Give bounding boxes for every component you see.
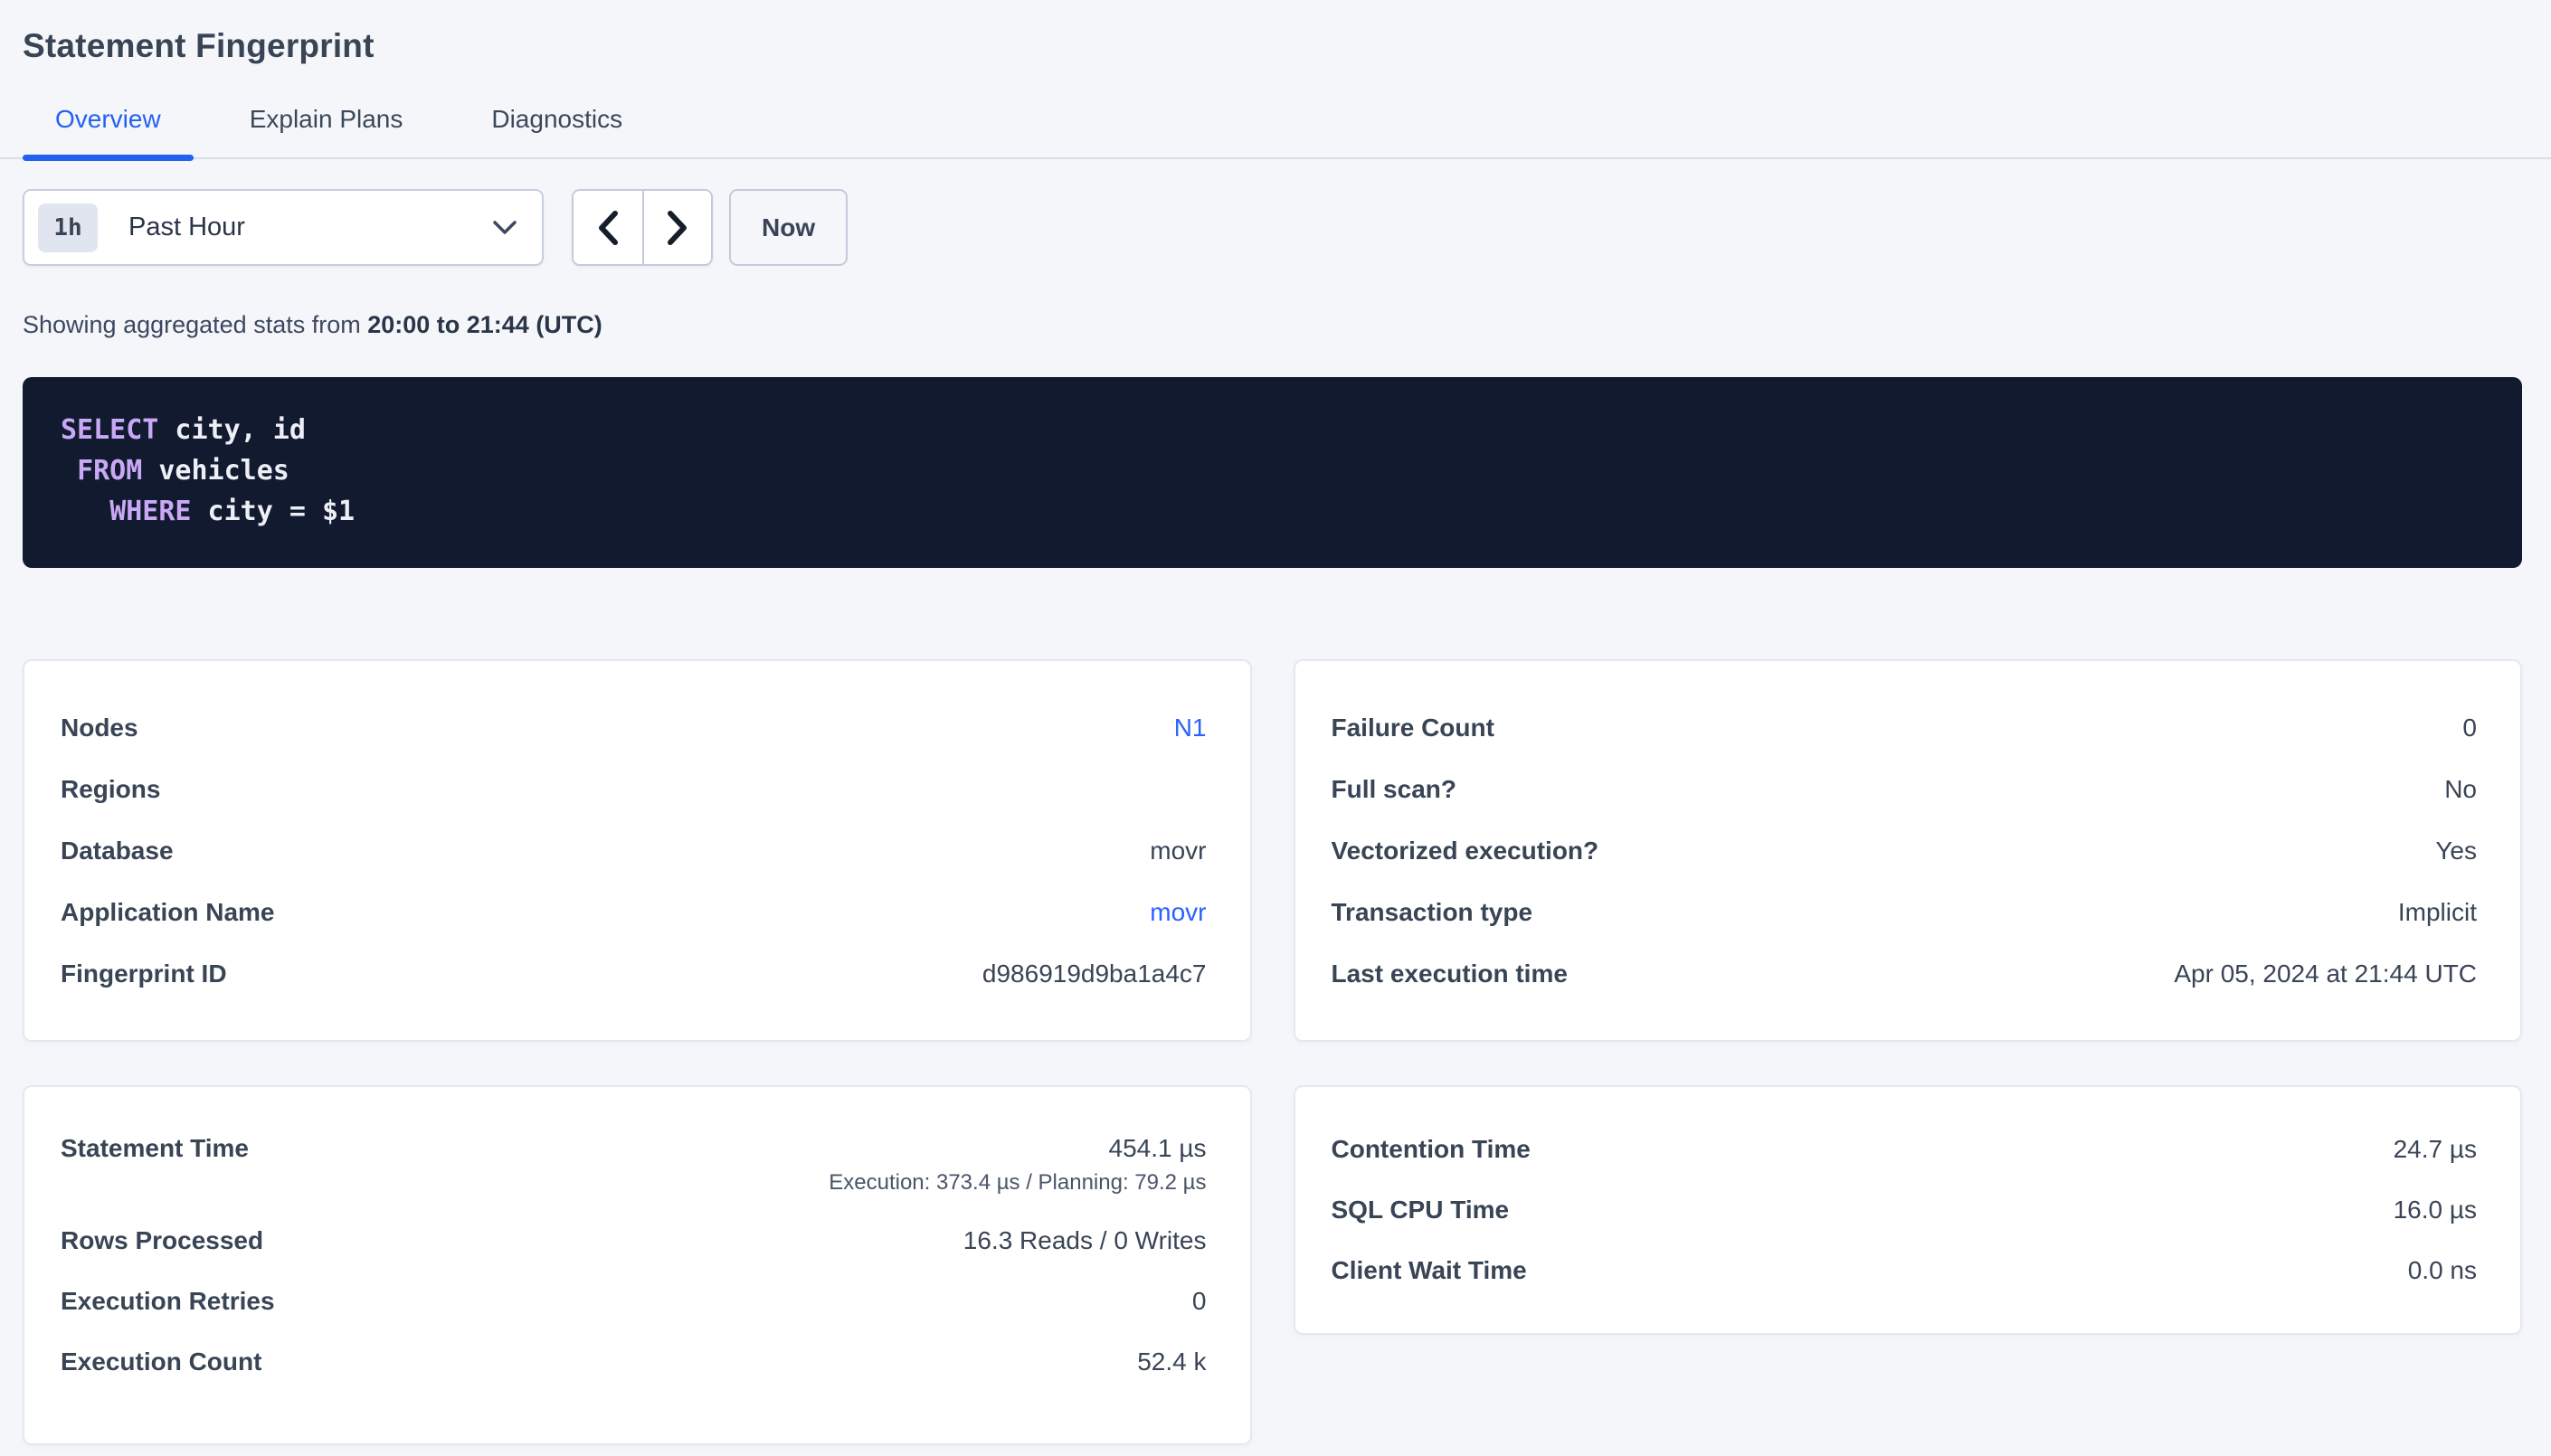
chevron-down-icon [491,219,518,237]
last-execution-time-value: Apr 05, 2024 at 21:44 UTC [2174,960,2477,988]
nodes-link[interactable]: N1 [1174,714,1207,742]
table-row: Nodes N1 [61,697,1207,759]
row-label-nodes: Nodes [61,714,138,742]
row-label-execution-retries: Execution Retries [61,1287,275,1316]
sql-line: SELECT city, id [61,410,2484,450]
table-row: Transaction type Implicit [1332,882,2478,943]
sql-line: FROM vehicles [61,450,2484,491]
chevron-right-icon [664,209,691,247]
row-label-full-scan: Full scan? [1332,775,1456,804]
time-controls: 1h Past Hour Now [23,189,2551,266]
stats-text-range: 20:00 to 21:44 (UTC) [367,311,602,338]
execution-count-value: 52.4 k [1137,1347,1206,1376]
client-wait-time-value: 0.0 ns [2408,1256,2477,1285]
tab-overview[interactable]: Overview [23,105,194,157]
row-label-regions: Regions [61,775,160,804]
aggregated-stats-text: Showing aggregated stats from 20:00 to 2… [23,311,2551,339]
row-label-transaction-type: Transaction type [1332,898,1533,927]
transaction-type-value: Implicit [2398,898,2477,927]
tab-bar: Overview Explain Plans Diagnostics [0,105,2551,159]
table-row: Fingerprint ID d986919d9ba1a4c7 [61,943,1207,1005]
application-name-link[interactable]: movr [1150,898,1206,927]
table-row: Full scan? No [1332,759,2478,820]
time-step-buttons [572,189,713,266]
table-row: Execution Count 52.4 k [61,1331,1207,1392]
table-row: Database movr [61,820,1207,882]
statement-time-breakdown: Execution: 373.4 µs / Planning: 79.2 µs [829,1167,1206,1199]
time-range-dropdown[interactable]: 1h Past Hour [23,189,544,266]
summary-cards: Nodes N1 Regions Database movr Applicati… [23,659,2522,1445]
table-row: Rows Processed 16.3 Reads / 0 Writes [61,1210,1207,1271]
vectorized-execution-value: Yes [2435,837,2477,865]
rows-processed-value: 16.3 Reads / 0 Writes [963,1226,1207,1255]
contention-time-value: 24.7 µs [2394,1135,2477,1164]
full-scan-value: No [2444,775,2477,804]
table-row: Contention Time 24.7 µs [1332,1119,2478,1179]
database-value: movr [1150,837,1206,865]
tab-diagnostics[interactable]: Diagnostics [459,105,655,157]
row-label-execution-count: Execution Count [61,1347,261,1376]
sql-line: WHERE city = $1 [61,491,2484,532]
sql-keyword: FROM [77,455,142,487]
table-row: Last execution time Apr 05, 2024 at 21:4… [1332,943,2478,1005]
time-stats-card: Contention Time 24.7 µs SQL CPU Time 16.… [1294,1085,2523,1335]
row-label-last-execution-time: Last execution time [1332,960,1568,988]
table-row: Regions [61,759,1207,820]
sql-statement-box: SELECT city, id FROM vehicles WHERE city… [23,377,2522,568]
table-row: Failure Count 0 [1332,697,2478,759]
row-label-vectorized-execution: Vectorized execution? [1332,837,1599,865]
row-label-failure-count: Failure Count [1332,714,1494,742]
chevron-left-icon [594,209,621,247]
fingerprint-id-value: d986919d9ba1a4c7 [982,960,1207,988]
table-row: Application Name movr [61,882,1207,943]
sql-keyword: SELECT [61,414,158,446]
sql-cpu-time-value: 16.0 µs [2394,1196,2477,1224]
table-row: Execution Retries 0 [61,1271,1207,1331]
sql-keyword: WHERE [109,496,191,527]
prev-time-button[interactable] [574,191,642,264]
row-label-contention-time: Contention Time [1332,1135,1531,1164]
statement-stats-card: Statement Time 454.1 µs Execution: 373.4… [23,1085,1252,1445]
table-row: Statement Time 454.1 µs Execution: 373.4… [61,1130,1207,1199]
metadata-card-left: Nodes N1 Regions Database movr Applicati… [23,659,1252,1042]
failure-count-value: 0 [2462,714,2477,742]
row-label-application-name: Application Name [61,898,274,927]
row-label-rows-processed: Rows Processed [61,1226,263,1255]
now-button[interactable]: Now [729,189,848,266]
time-range-label: Past Hour [128,213,491,242]
next-time-button[interactable] [642,191,711,264]
execution-retries-value: 0 [1192,1287,1207,1316]
row-label-statement-time: Statement Time [61,1130,249,1167]
row-label-fingerprint-id: Fingerprint ID [61,960,227,988]
table-row: Vectorized execution? Yes [1332,820,2478,882]
row-label-database: Database [61,837,174,865]
tab-explain-plans[interactable]: Explain Plans [217,105,436,157]
statement-time-value: 454.1 µs [829,1130,1206,1167]
metadata-card-right: Failure Count 0 Full scan? No Vectorized… [1294,659,2523,1042]
time-range-badge: 1h [38,203,98,252]
row-label-client-wait-time: Client Wait Time [1332,1256,1527,1285]
row-label-sql-cpu-time: SQL CPU Time [1332,1196,1510,1224]
page-title: Statement Fingerprint [23,27,2551,65]
table-row: SQL CPU Time 16.0 µs [1332,1179,2478,1240]
table-row: Client Wait Time 0.0 ns [1332,1240,2478,1300]
stats-text-prefix: Showing aggregated stats from [23,311,367,338]
